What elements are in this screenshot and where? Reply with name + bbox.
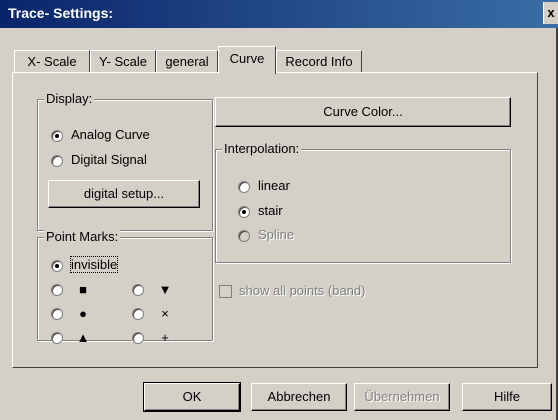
apply-button: Übernehmen — [354, 383, 450, 411]
dialog-window: Trace- Settings: x X- Scale Y- Scale gen… — [0, 0, 558, 420]
interpolation-linear-label: linear — [258, 178, 290, 193]
point-mark-cross-radio[interactable] — [132, 308, 144, 320]
plus-icon: + — [161, 330, 169, 345]
tab-x-scale[interactable]: X- Scale — [14, 50, 90, 72]
interpolation-spline-label: Spline — [258, 227, 295, 242]
tab-label: Y- Scale — [99, 54, 147, 69]
tab-general[interactable]: general — [156, 50, 218, 72]
digital-signal-label: Digital Signal — [71, 152, 147, 167]
radio-dot — [242, 210, 246, 214]
display-group: Display: Analog Curve Digital Signal dig… — [37, 91, 213, 231]
radio-dot — [55, 264, 59, 268]
tab-label: Record Info — [285, 54, 353, 69]
button-label: OK — [182, 389, 202, 404]
show-all-points-label: show all points (band) — [239, 283, 366, 298]
close-icon: x — [547, 5, 555, 20]
point-mark-triangle-down-radio[interactable] — [132, 284, 144, 296]
curve-tab-panel: Display: Analog Curve Digital Signal dig… — [12, 72, 538, 368]
curve-color-button[interactable]: Curve Color... — [215, 97, 511, 127]
interpolation-legend: Interpolation: — [222, 141, 302, 156]
square-icon: ■ — [79, 282, 87, 297]
point-mark-plus-radio[interactable] — [132, 332, 144, 344]
digital-setup-button[interactable]: digital setup... — [48, 180, 200, 208]
tab-label: general — [165, 54, 209, 69]
interpolation-group: Interpolation: linear stair Spline — [215, 141, 511, 263]
cross-icon: × — [161, 306, 169, 321]
point-marks-group: Point Marks: invisible ■ ▼ ● × — [37, 229, 213, 341]
button-label: Curve Color... — [323, 104, 403, 119]
show-all-points-checkbox[interactable] — [219, 285, 232, 298]
radio-dot — [55, 134, 59, 138]
tab-y-scale[interactable]: Y- Scale — [90, 50, 156, 72]
display-legend: Display: — [44, 91, 95, 106]
point-marks-legend: Point Marks: — [44, 229, 121, 244]
tab-label: Curve — [229, 51, 265, 66]
point-mark-invisible-radio[interactable] — [51, 260, 63, 272]
help-button[interactable]: Hilfe — [462, 383, 552, 411]
cancel-button[interactable]: Abbrechen — [251, 383, 347, 411]
close-button[interactable]: x — [543, 2, 558, 24]
digital-signal-radio[interactable] — [51, 155, 63, 167]
point-mark-circle-radio[interactable] — [51, 308, 63, 320]
title-bar[interactable]: Trace- Settings: x — [0, 0, 558, 28]
point-mark-triangle-up-radio[interactable] — [51, 332, 63, 344]
button-label: Hilfe — [493, 389, 520, 404]
button-label: Abbrechen — [267, 389, 331, 404]
analog-curve-label: Analog Curve — [71, 127, 150, 142]
interpolation-stair-radio[interactable] — [238, 206, 250, 218]
window-title: Trace- Settings: — [8, 5, 114, 21]
triangle-up-icon: ▲ — [76, 330, 90, 345]
ok-button[interactable]: OK — [143, 382, 241, 412]
tab-label: X- Scale — [27, 54, 77, 69]
tab-curve[interactable]: Curve — [218, 46, 276, 74]
button-label: Übernehmen — [364, 389, 440, 404]
tab-record-info[interactable]: Record Info — [276, 50, 362, 72]
interpolation-stair-label: stair — [258, 203, 283, 218]
interpolation-linear-radio[interactable] — [238, 181, 250, 193]
analog-curve-radio[interactable] — [51, 130, 63, 142]
interpolation-spline-radio — [238, 230, 250, 242]
triangle-down-icon: ▼ — [158, 282, 172, 297]
button-label: digital setup... — [83, 186, 165, 201]
circle-icon: ● — [79, 306, 87, 321]
point-mark-square-radio[interactable] — [51, 284, 63, 296]
point-mark-invisible-label: invisible — [69, 256, 119, 273]
